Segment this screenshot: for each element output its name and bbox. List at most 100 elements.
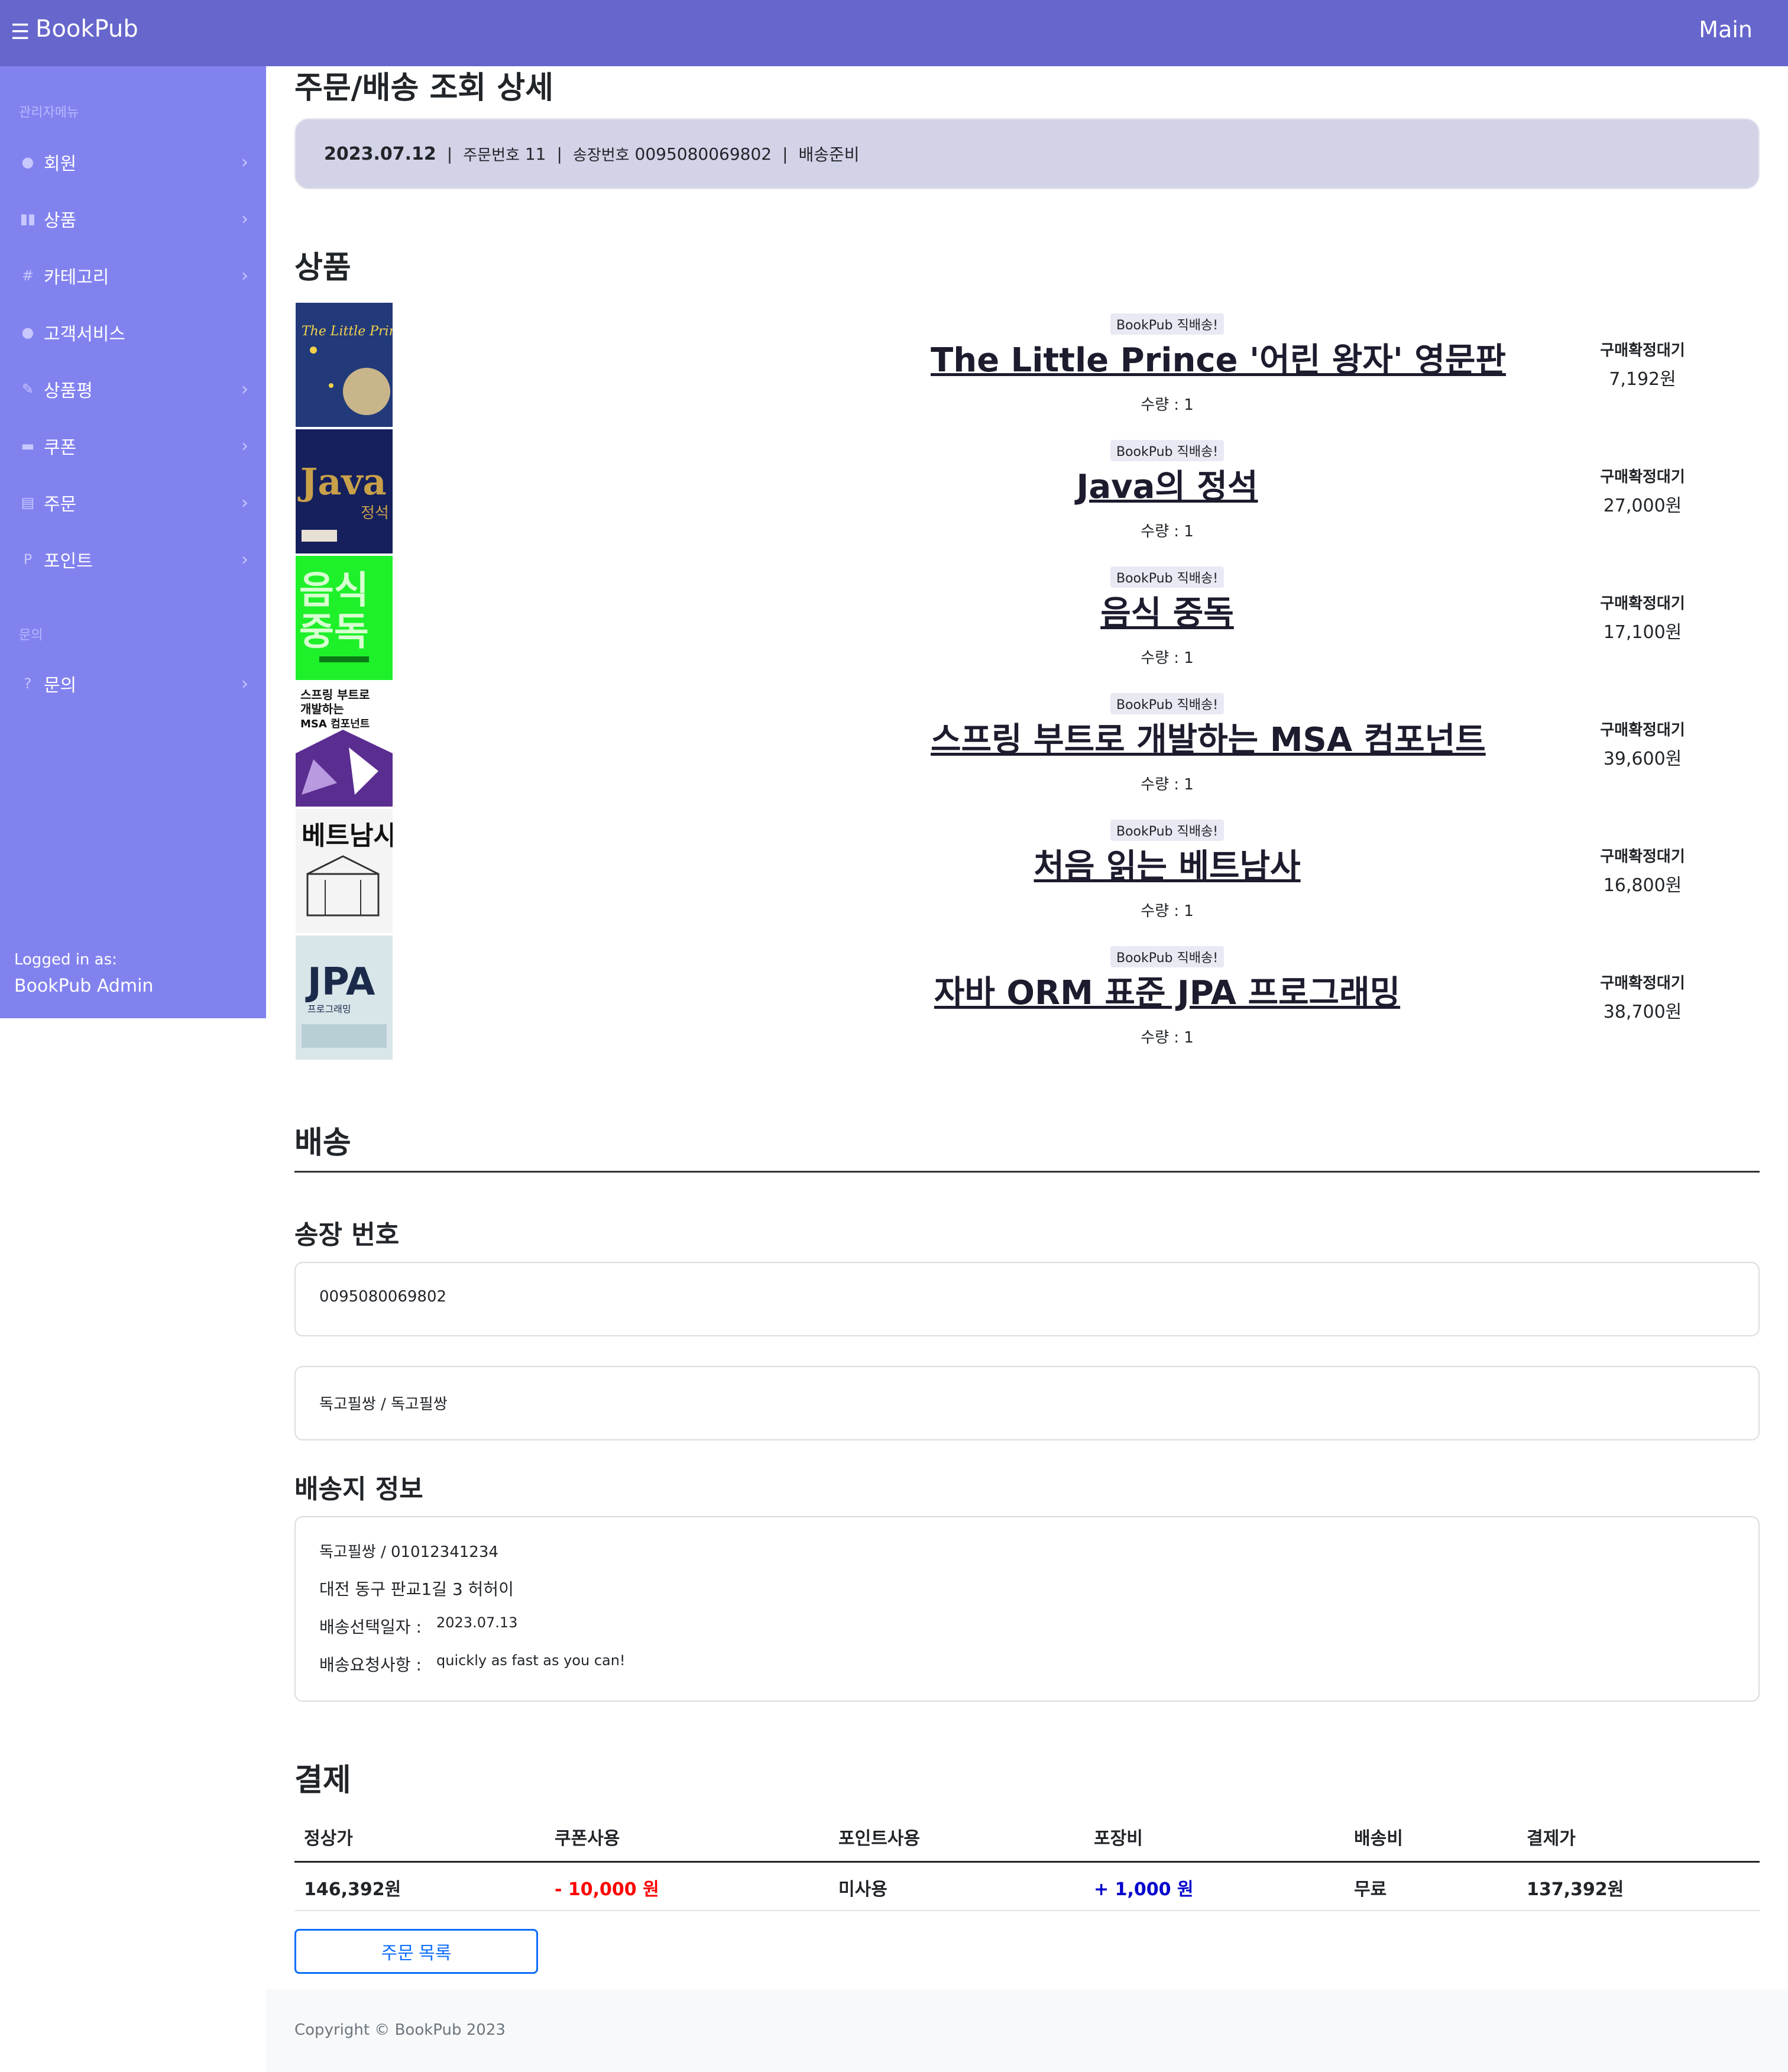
recipient-box: 독고필쌍 / 독고필쌍 <box>294 1366 1760 1440</box>
sidebar-item-label: 상품평 <box>44 381 93 402</box>
purchase-status: 구매확정대기 <box>1600 721 1685 739</box>
order-list-button[interactable]: 주문 목록 <box>294 1929 538 1974</box>
table-header: 포장비 <box>1094 1828 1143 1849</box>
sidebar-item-member[interactable]: ● 회원 › <box>18 144 248 180</box>
product-quantity: 수량 : 1 <box>1141 1029 1194 1047</box>
direct-delivery-badge: BookPub 직배송! <box>1110 820 1225 841</box>
product-quantity: 수량 : 1 <box>1141 396 1194 414</box>
invoice-value: 0095080069802 <box>319 1288 447 1306</box>
product-price: 39,600원 <box>1603 749 1682 769</box>
sidebar-item-label: 문의 <box>44 675 77 696</box>
book-cover-image[interactable]: 베트남사 <box>296 809 393 933</box>
book-cover-image[interactable]: The Little Prince <box>296 303 393 427</box>
product-quantity: 수량 : 1 <box>1141 649 1194 667</box>
svg-text:JPA: JPA <box>305 960 375 1004</box>
sidebar-item-customer-service[interactable]: ● 고객서비스 <box>18 315 248 350</box>
sidebar-item-review[interactable]: ✎ 상품평 › <box>18 371 248 407</box>
hamburger-menu-icon[interactable]: ☰ <box>11 20 30 44</box>
order-no-label: 주문번호 <box>463 146 520 164</box>
book-cover-image[interactable]: JPA 프로그래밍 <box>296 935 393 1060</box>
info-icon: ● <box>21 324 34 341</box>
address-line: 대전 동구 판교1길 3 허허이 <box>319 1579 514 1599</box>
sidebar-item-category[interactable]: # 카테고리 › <box>18 258 248 293</box>
divider <box>294 1171 1760 1173</box>
svg-text:프로그래밍: 프로그래밍 <box>307 1003 351 1015</box>
product-title-link[interactable]: The Little Prince '어린 왕자' 영문판 <box>931 334 1506 381</box>
sidebar-item-order[interactable]: ▤ 주문 › <box>18 485 248 520</box>
table-header: 포인트사용 <box>838 1828 920 1849</box>
sidebar-item-label: 포인트 <box>44 551 93 572</box>
product-title-link[interactable]: 처음 읽는 베트남사 <box>931 840 1404 888</box>
purchase-status: 구매확정대기 <box>1600 975 1685 992</box>
address-title: 배송지 정보 <box>294 1474 423 1504</box>
direct-delivery-badge: BookPub 직배송! <box>1110 693 1225 714</box>
purchase-status: 구매확정대기 <box>1600 848 1685 866</box>
svg-text:MSA 컴포넌트: MSA 컴포넌트 <box>300 718 370 730</box>
product-row: The Little Prince BookPub 직배송! The Littl… <box>294 303 1760 427</box>
sidebar-item-coupon[interactable]: ▬ 쿠폰 › <box>18 428 248 464</box>
book-cover-image[interactable]: 스프링 부트로 개발하는 MSA 컴포넌트 <box>296 682 393 807</box>
table-cell-total: 137,392원 <box>1527 1879 1624 1900</box>
product-row: JPA 프로그래밍 BookPub 직배송! 자바 ORM 표준 JPA 프로그… <box>294 935 1760 1060</box>
chevron-right-icon: › <box>241 208 248 229</box>
point-icon: P <box>23 551 33 568</box>
sidebar-item-label: 주문 <box>44 494 77 515</box>
table-header: 배송비 <box>1354 1828 1403 1849</box>
purchase-status: 구매확정대기 <box>1600 468 1685 486</box>
product-title-link[interactable]: Java의 정석 <box>931 460 1404 508</box>
brand-link[interactable]: BookPub <box>35 15 138 43</box>
product-quantity: 수량 : 1 <box>1141 776 1194 794</box>
svg-text:스프링 부트로: 스프링 부트로 <box>300 688 370 702</box>
hash-icon: # <box>21 267 34 284</box>
delivery-request-value: quickly as fast as you can! <box>436 1652 626 1669</box>
table-header: 결제가 <box>1527 1828 1576 1849</box>
purchase-status: 구매확정대기 <box>1600 595 1685 613</box>
product-title-link[interactable]: 음식 중독 <box>931 587 1404 634</box>
purchase-status: 구매확정대기 <box>1600 342 1685 360</box>
chevron-right-icon: › <box>241 435 248 457</box>
sidebar: 관리자메뉴 ● 회원 › ▮▮ 상품 › # 카테고리 › ● 고객서비스 ✎ … <box>0 66 266 1018</box>
separator: | <box>446 144 453 164</box>
svg-text:음식: 음식 <box>299 569 369 613</box>
main-link[interactable]: Main <box>1699 17 1753 43</box>
svg-text:The Little Prince: The Little Prince <box>302 324 393 339</box>
recipient-value: 독고필쌍 / 독고필쌍 <box>319 1396 448 1413</box>
products-section-title: 상품 <box>294 250 351 286</box>
logged-in-user: BookPub Admin <box>14 976 154 996</box>
sidebar-heading-inquiry: 문의 <box>19 628 43 643</box>
question-icon: ? <box>24 675 32 692</box>
direct-delivery-badge: BookPub 직배송! <box>1110 313 1225 335</box>
clipboard-icon: ▤ <box>21 494 35 511</box>
order-date: 2023.07.12 <box>324 143 436 164</box>
sidebar-item-point[interactable]: P 포인트 › <box>18 542 248 577</box>
review-icon: ✎ <box>21 381 34 397</box>
table-cell-point: 미사용 <box>838 1879 887 1900</box>
table-cell-packaging: + 1,000 원 <box>1094 1879 1194 1900</box>
book-cover-image[interactable]: 음식 중독 <box>296 556 393 680</box>
sidebar-item-label: 카테고리 <box>44 267 109 288</box>
page-title: 주문/배송 조회 상세 <box>294 70 553 106</box>
sidebar-item-inquiry[interactable]: ? 문의 › <box>18 666 248 701</box>
top-navbar: ☰ BookPub Main <box>0 0 1788 66</box>
product-price: 38,700원 <box>1603 1002 1682 1022</box>
separator: | <box>782 144 788 164</box>
chevron-right-icon: › <box>241 265 248 286</box>
order-summary-bar: 2023.07.12 | 주문번호 11 | 송장번호 009508006980… <box>294 118 1760 189</box>
svg-text:중독: 중독 <box>299 610 369 654</box>
svg-text:Java: Java <box>297 460 387 503</box>
product-row: 스프링 부트로 개발하는 MSA 컴포넌트 BookPub 직배송! 스프링 부… <box>294 682 1760 807</box>
payment-section-title: 결제 <box>294 1763 351 1798</box>
delivery-date-label: 배송선택일자 : <box>319 1617 422 1637</box>
book-cover-image[interactable]: Java 정석 <box>296 429 393 553</box>
footer: Copyright © BookPub 2023 <box>266 1989 1788 2072</box>
delivery-date-value: 2023.07.13 <box>436 1614 518 1631</box>
product-title-link[interactable]: 자바 ORM 표준 JPA 프로그래밍 <box>931 966 1404 1014</box>
direct-delivery-badge: BookPub 직배송! <box>1110 440 1225 461</box>
sidebar-item-product[interactable]: ▮▮ 상품 › <box>18 201 248 237</box>
product-title-link[interactable]: 스프링 부트로 개발하는 MSA 컴포넌트 <box>931 713 1486 761</box>
shipping-section-title: 배송 <box>294 1125 351 1161</box>
sidebar-item-label: 고객서비스 <box>44 324 125 345</box>
product-row: 음식 중독 BookPub 직배송! 음식 중독 수량 : 1 구매확정대기 1… <box>294 556 1760 680</box>
table-cell-regular-price: 146,392원 <box>304 1879 401 1900</box>
svg-text:정석: 정석 <box>361 504 389 522</box>
